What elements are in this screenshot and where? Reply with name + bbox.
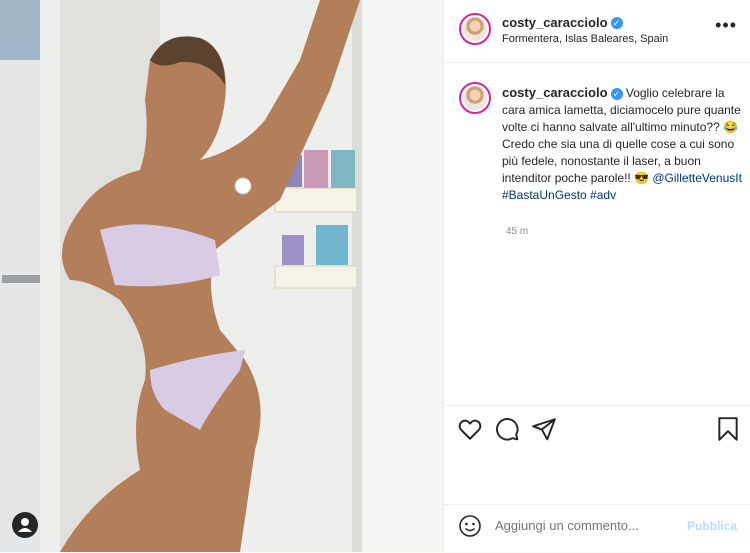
caption-username-link[interactable]: costy_caracciolo xyxy=(502,85,608,100)
avatar[interactable] xyxy=(459,13,491,45)
post-sidebar: costy_caracciolo ✓ Formentera, Islas Bale… xyxy=(443,0,750,552)
post-photo[interactable] xyxy=(0,0,443,552)
verified-badge-icon: ✓ xyxy=(610,16,623,29)
comment-input[interactable] xyxy=(495,518,665,533)
post-caption: costy_caracciolo ✓ Voglio celebrare la ca… xyxy=(502,84,742,204)
share-icon[interactable] xyxy=(531,416,557,442)
more-options-icon[interactable]: ••• xyxy=(715,16,737,34)
header-user-line: costy_caracciolo ✓ xyxy=(502,14,623,32)
emoji-icon[interactable] xyxy=(458,514,482,538)
publish-button[interactable]: Pubblica xyxy=(687,519,737,533)
heart-icon[interactable] xyxy=(457,416,483,442)
post-header: costy_caracciolo ✓ Formentera, Islas Bale… xyxy=(444,0,750,63)
instagram-post: costy_caracciolo ✓ Formentera, Islas Bale… xyxy=(0,0,750,552)
action-bar xyxy=(444,405,750,506)
post-timestamp[interactable]: 45 m xyxy=(506,226,528,237)
username-link[interactable]: costy_caracciolo xyxy=(502,15,608,30)
caption-avatar[interactable] xyxy=(459,82,491,114)
verified-badge-icon: ✓ xyxy=(610,87,623,100)
person-icon xyxy=(18,518,32,532)
comment-icon[interactable] xyxy=(494,416,520,442)
tagged-user-icon[interactable] xyxy=(12,512,38,538)
comment-bar: Pubblica xyxy=(444,504,750,553)
location-link[interactable]: Formentera, Islas Baleares, Spain xyxy=(502,33,668,45)
bookmark-icon[interactable] xyxy=(715,416,741,442)
photo-illustration xyxy=(0,0,443,552)
